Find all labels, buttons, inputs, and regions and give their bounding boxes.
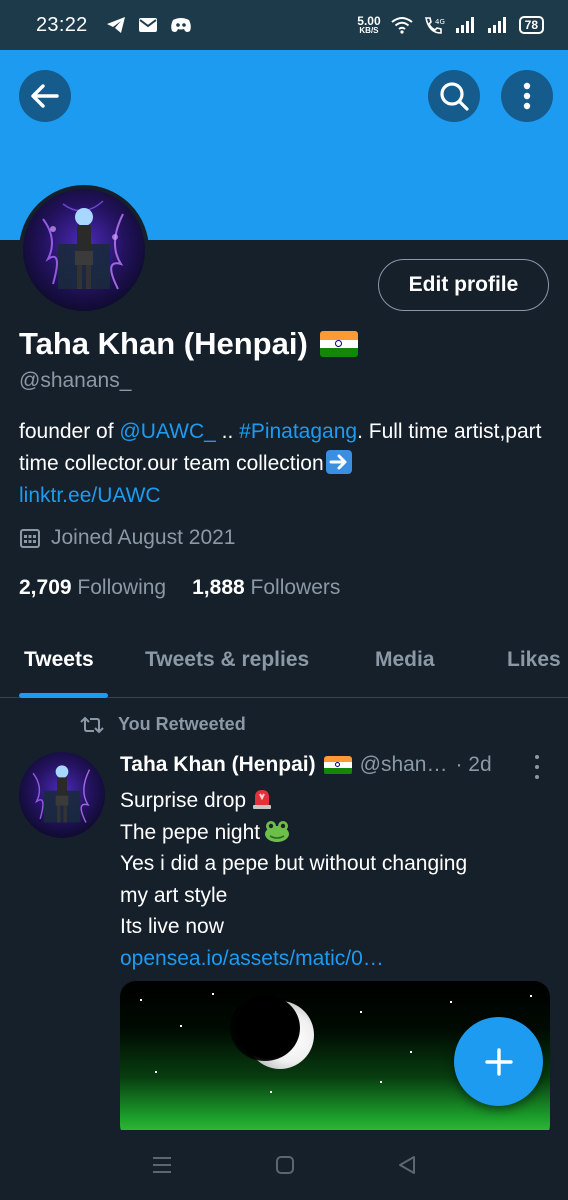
telegram-icon (106, 17, 125, 33)
tweet-link[interactable]: opensea.io/assets/matic/0… (120, 943, 550, 975)
edit-profile-button[interactable]: Edit profile (378, 259, 549, 311)
bio-mention-link[interactable]: @UAWC_ (119, 420, 215, 443)
retweet-context: You Retweeted (80, 714, 246, 735)
bio-website-link[interactable]: linktr.ee/UAWC (19, 484, 161, 507)
right-arrow-emoji-icon (325, 450, 352, 474)
tweet-date: · 2d (455, 753, 492, 776)
volte-call-icon: 4G (424, 17, 445, 34)
joined-date: Joined August 2021 (19, 526, 236, 550)
tweet-line: The pepe night (120, 817, 550, 849)
avatar-artwork-small (32, 765, 91, 823)
india-flag-icon (323, 755, 352, 775)
arrow-left-icon (31, 84, 59, 108)
home-icon[interactable] (275, 1155, 295, 1175)
tweet-line: my art style (120, 883, 228, 907)
follow-stats: 2,709 Following 1,888 Followers (19, 576, 340, 600)
moon-shadow-graphic (230, 995, 300, 1061)
svg-text:4G: 4G (435, 18, 445, 26)
discord-icon (170, 18, 191, 32)
search-icon (440, 82, 469, 111)
tweet-text: Surprise drop The pepe night Yes i did a… (120, 785, 550, 974)
tab-tweets-and-replies[interactable]: Tweets & replies (145, 648, 309, 672)
calendar-icon (20, 529, 40, 548)
profile-bio: founder of @UAWC_ .. #Pinatagang. Full t… (19, 420, 542, 507)
tweet-line: Its live now (120, 915, 224, 938)
profile-name-row: Taha Khan (Henpai) (19, 326, 358, 362)
retweet-icon (80, 716, 104, 733)
tweet-author-avatar[interactable] (19, 752, 105, 838)
back-button[interactable] (19, 70, 71, 122)
bio-hashtag-link[interactable]: #Pinatagang (239, 420, 357, 443)
status-time: 23:22 (36, 13, 88, 36)
tab-tweets[interactable]: Tweets (24, 648, 94, 672)
signal-icon-1 (455, 17, 474, 33)
back-nav-icon[interactable] (397, 1155, 417, 1175)
frog-emoji-icon (265, 820, 290, 842)
profile-avatar[interactable] (19, 185, 149, 315)
siren-emoji-icon (253, 790, 272, 809)
profile-screen: 23:22 5.00 KB/S 4G 78 Edit profile Taha … (0, 0, 568, 1200)
followers-link[interactable]: 1,888 Followers (192, 576, 340, 600)
following-link[interactable]: 2,709 Following (19, 576, 166, 600)
tweet-more-icon[interactable] (532, 755, 542, 779)
battery-indicator: 78 (518, 16, 544, 34)
notification-icons (106, 16, 192, 34)
status-right: 5.00 KB/S 4G 78 (357, 15, 544, 35)
net-speed: 5.00 KB/S (357, 14, 381, 35)
signal-icon-2 (487, 17, 506, 33)
tab-media[interactable]: Media (375, 648, 435, 672)
more-options-button[interactable] (501, 70, 553, 122)
tweet-line: Surprise drop (120, 785, 550, 817)
status-bar: 23:22 5.00 KB/S 4G 78 (0, 0, 568, 50)
avatar-artwork (42, 200, 124, 290)
gmail-icon (138, 18, 157, 32)
tweet-author-handle: @shan… (359, 753, 448, 776)
tweet-author-name[interactable]: Taha Khan (Henpai) (120, 753, 316, 777)
recent-apps-icon[interactable] (151, 1155, 173, 1175)
plus-icon (484, 1047, 513, 1076)
profile-handle: @shanans_ (19, 369, 132, 392)
tab-likes[interactable]: Likes (507, 648, 561, 672)
india-flag-icon (319, 331, 358, 357)
active-tab-indicator (19, 693, 108, 698)
profile-tabs: Tweets Tweets & replies Media Likes (0, 630, 568, 698)
tweet-header: Taha Khan (Henpai) @shan… · 2d (120, 753, 550, 777)
tweet-line: Yes i did a pepe but without changing (120, 852, 468, 875)
wifi-icon (391, 17, 413, 34)
system-nav-bar (0, 1130, 568, 1200)
more-vertical-icon (523, 82, 531, 110)
profile-name: Taha Khan (Henpai) (19, 326, 308, 361)
search-button[interactable] (428, 70, 480, 122)
compose-tweet-button[interactable] (454, 1017, 543, 1106)
